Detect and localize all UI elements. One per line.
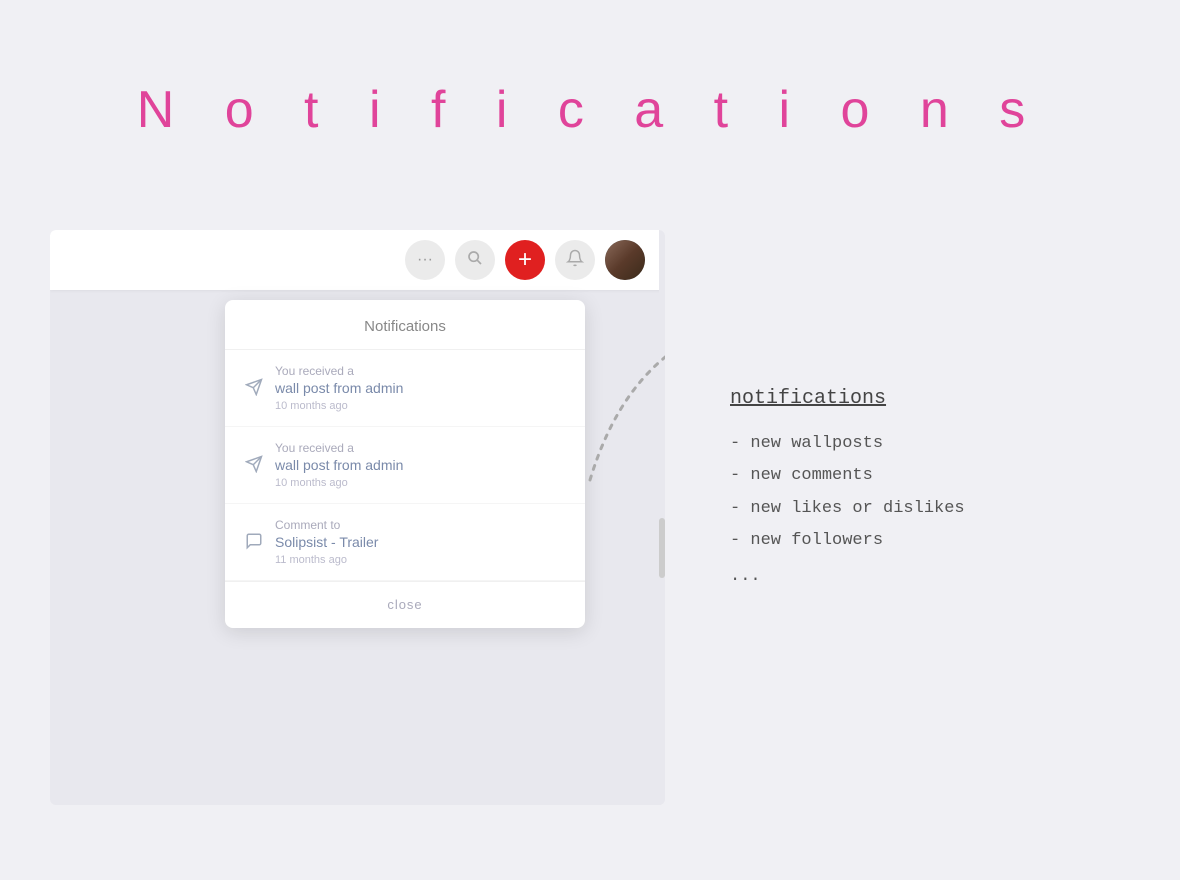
notification-footer: close [225, 581, 585, 628]
notification-subtitle: Comment to [275, 518, 565, 532]
notification-time: 11 months ago [275, 554, 565, 566]
notification-subtitle: You received a [275, 364, 565, 378]
navbar: ··· + [50, 230, 665, 290]
notification-item: You received a wall post from admin 10 m… [225, 427, 585, 504]
notes-title: notifications [730, 380, 965, 418]
notification-content: You received a wall post from admin 10 m… [275, 441, 565, 489]
notes-item-comments: - new comments [730, 460, 965, 492]
avatar-button[interactable] [605, 240, 645, 280]
notification-panel-header: Notifications [225, 300, 585, 350]
notification-item: You received a wall post from admin 10 m… [225, 350, 585, 427]
ui-card: ··· + Notifications [50, 230, 665, 805]
bell-button[interactable] [555, 240, 595, 280]
notification-time: 10 months ago [275, 400, 565, 412]
notification-item: Comment to Solipsist - Trailer 11 months… [225, 504, 585, 581]
notification-time: 10 months ago [275, 477, 565, 489]
notification-title: wall post from admin [275, 457, 565, 473]
more-icon: ··· [417, 251, 433, 269]
notification-panel: Notifications You received a wall post f… [225, 300, 585, 628]
add-button[interactable]: + [505, 240, 545, 280]
search-button[interactable] [455, 240, 495, 280]
avatar [605, 240, 645, 280]
plus-icon: + [518, 246, 532, 274]
scroll-thumb[interactable] [659, 518, 665, 578]
search-icon [467, 250, 483, 271]
send-icon [245, 455, 263, 478]
notification-subtitle: You received a [275, 441, 565, 455]
send-icon [245, 378, 263, 401]
notification-content: You received a wall post from admin 10 m… [275, 364, 565, 412]
more-button[interactable]: ··· [405, 240, 445, 280]
notes-item-likes: - new likes or dislikes [730, 493, 965, 525]
bell-icon [566, 249, 584, 272]
notes-item-followers: - new followers [730, 525, 965, 557]
notification-content: Comment to Solipsist - Trailer 11 months… [275, 518, 565, 566]
dotted-curve-decoration [540, 320, 665, 520]
page-title: N o t i f i c a t i o n s [0, 0, 1180, 140]
notes-ellipsis: ... [730, 561, 965, 593]
notes-area: notifications - new wallposts - new comm… [730, 380, 965, 593]
notification-title: Solipsist - Trailer [275, 534, 565, 550]
comment-icon [245, 532, 263, 555]
notification-title: wall post from admin [275, 380, 565, 396]
notification-list[interactable]: You received a wall post from admin 10 m… [225, 350, 585, 581]
notes-item-wallposts: - new wallposts [730, 428, 965, 460]
close-button[interactable]: close [387, 597, 422, 612]
